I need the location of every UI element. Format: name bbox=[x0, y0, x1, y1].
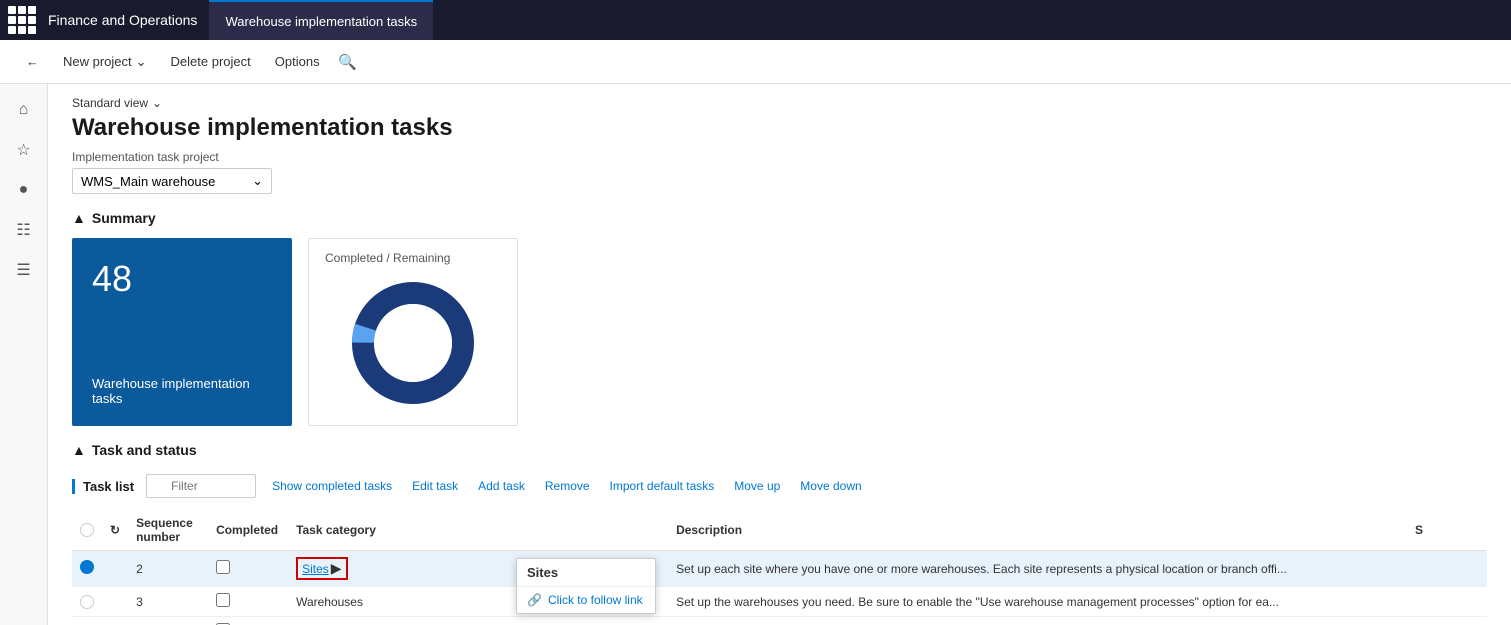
row-status-cell bbox=[1407, 587, 1487, 617]
sidebar-recent-icon[interactable]: ● bbox=[6, 172, 42, 208]
row-checkbox[interactable] bbox=[216, 560, 230, 574]
tooltip-follow-link[interactable]: 🔗 Click to follow link bbox=[517, 587, 655, 613]
table-row[interactable]: 3.1 Warehouse - Reserve inventory at loa… bbox=[72, 617, 1487, 625]
new-project-chevron: ⌄ bbox=[136, 54, 147, 70]
sidebar-home-icon[interactable]: ⌂ bbox=[6, 92, 42, 128]
sidebar-list-icon[interactable]: ☰ bbox=[6, 252, 42, 288]
main-content: Standard view ⌄ Warehouse implementation… bbox=[48, 84, 1511, 625]
add-task-button[interactable]: Add task bbox=[474, 477, 529, 495]
filter-input[interactable] bbox=[146, 474, 256, 498]
view-selector[interactable]: Standard view ⌄ bbox=[72, 96, 1487, 110]
view-chevron-icon: ⌄ bbox=[152, 96, 162, 110]
delete-project-button[interactable]: Delete project bbox=[161, 50, 261, 73]
summary-chart-card: Completed / Remaining bbox=[308, 238, 518, 426]
top-bar: Finance and Operations Warehouse impleme… bbox=[0, 0, 1511, 40]
row-completed-cell[interactable] bbox=[208, 551, 288, 587]
back-icon: ← bbox=[26, 54, 39, 69]
new-project-button[interactable]: New project ⌄ bbox=[53, 50, 157, 74]
row-radio-cell bbox=[72, 551, 102, 587]
summary-count-card: 48 Warehouse implementation tasks bbox=[72, 238, 292, 426]
row-radio-cell bbox=[72, 617, 102, 625]
row-status-cell bbox=[1407, 617, 1487, 625]
row-refresh-cell bbox=[102, 587, 128, 617]
link-icon: 🔗 bbox=[527, 593, 542, 607]
app-title: Finance and Operations bbox=[48, 12, 197, 28]
options-button[interactable]: Options bbox=[265, 50, 330, 73]
col-header-status: S bbox=[1407, 510, 1487, 551]
summary-count: 48 bbox=[92, 258, 272, 300]
col-header-refresh: ↻ bbox=[102, 510, 128, 551]
task-table: ↻ Sequence number Completed Task categor… bbox=[72, 510, 1487, 625]
show-completed-button[interactable]: Show completed tasks bbox=[268, 477, 396, 495]
col-header-category: Task category bbox=[288, 510, 668, 551]
row-description-cell: Set up the warehouses you need. Be sure … bbox=[668, 587, 1407, 617]
page-title: Warehouse implementation tasks bbox=[72, 114, 1487, 142]
view-label: Standard view bbox=[72, 96, 148, 110]
project-value: WMS_Main warehouse bbox=[81, 174, 215, 189]
row-sequence-cell: 2 bbox=[128, 551, 208, 587]
active-tab[interactable]: Warehouse implementation tasks bbox=[209, 0, 433, 40]
row-completed-cell[interactable] bbox=[208, 587, 288, 617]
move-down-button[interactable]: Move down bbox=[796, 477, 865, 495]
main-toolbar: ← New project ⌄ Delete project Options 🔍 bbox=[0, 40, 1511, 84]
row-sequence-cell: 3.1 bbox=[128, 617, 208, 625]
sites-tooltip: Sites 🔗 Click to follow link bbox=[516, 558, 656, 614]
sidebar-star-icon[interactable]: ☆ bbox=[6, 132, 42, 168]
project-chevron-icon: ⌄ bbox=[252, 173, 263, 189]
sidebar: ⌂ ☆ ● ☷ ☰ bbox=[0, 84, 48, 625]
filter-wrap: 🔍 bbox=[146, 474, 256, 498]
back-button[interactable]: ← bbox=[16, 50, 49, 73]
tooltip-header: Sites bbox=[517, 559, 655, 587]
sites-link-wrapper: Sites ▶ bbox=[296, 557, 347, 580]
layout: ⌂ ☆ ● ☷ ☰ Standard view ⌄ Warehouse impl… bbox=[0, 84, 1511, 625]
row-radio-cell bbox=[72, 587, 102, 617]
row-refresh-cell bbox=[102, 617, 128, 625]
col-header-sequence: Sequence number bbox=[128, 510, 208, 551]
col-header-completed: Completed bbox=[208, 510, 288, 551]
row-sequence-cell: 3 bbox=[128, 587, 208, 617]
apps-icon[interactable] bbox=[8, 6, 36, 34]
row-completed-cell[interactable] bbox=[208, 617, 288, 625]
task-list-tab[interactable]: Task list bbox=[72, 479, 134, 494]
task-section: ▲ Task and status Task list 🔍 Show compl… bbox=[72, 442, 1487, 625]
task-section-header[interactable]: ▲ Task and status bbox=[72, 442, 1487, 458]
cursor-icon: ▶ bbox=[331, 560, 342, 577]
row-description-cell: Set up each site where you have one or m… bbox=[668, 551, 1407, 587]
project-label: Implementation task project bbox=[72, 150, 1487, 164]
search-button[interactable]: 🔍 bbox=[334, 48, 362, 76]
project-select[interactable]: WMS_Main warehouse ⌄ bbox=[72, 168, 272, 194]
row-category-cell: Warehouse - Reserve inventory at load po… bbox=[288, 617, 668, 625]
edit-task-button[interactable]: Edit task bbox=[408, 477, 462, 495]
summary-card-description: Warehouse implementation tasks bbox=[92, 376, 272, 406]
summary-section-header[interactable]: ▲ Summary bbox=[72, 210, 1487, 226]
sidebar-modules-icon[interactable]: ☷ bbox=[6, 212, 42, 248]
row-checkbox[interactable] bbox=[216, 593, 230, 607]
table-row[interactable]: 2 Sites ▶ Set up each site where you hav… bbox=[72, 551, 1487, 587]
donut-chart bbox=[343, 273, 483, 413]
col-header-description: Description bbox=[668, 510, 1407, 551]
summary-label: Summary bbox=[92, 210, 156, 226]
table-row[interactable]: 3 Warehouses Set up the warehouses you n… bbox=[72, 587, 1487, 617]
import-default-button[interactable]: Import default tasks bbox=[606, 477, 719, 495]
summary-row: 48 Warehouse implementation tasks Comple… bbox=[72, 238, 1487, 426]
row-description-cell: For each new warehouse, consider the "Re… bbox=[668, 617, 1407, 625]
task-toolbar: Task list 🔍 Show completed tasks Edit ta… bbox=[72, 470, 1487, 502]
summary-collapse-icon: ▲ bbox=[72, 210, 86, 226]
col-header-radio bbox=[72, 510, 102, 551]
task-collapse-icon: ▲ bbox=[72, 442, 86, 458]
sites-link[interactable]: Sites bbox=[302, 562, 329, 576]
row-status-cell bbox=[1407, 551, 1487, 587]
row-refresh-cell bbox=[102, 551, 128, 587]
remove-button[interactable]: Remove bbox=[541, 477, 594, 495]
task-section-label: Task and status bbox=[92, 442, 197, 458]
move-up-button[interactable]: Move up bbox=[730, 477, 784, 495]
chart-title: Completed / Remaining bbox=[325, 251, 450, 265]
new-project-label: New project bbox=[63, 54, 132, 69]
